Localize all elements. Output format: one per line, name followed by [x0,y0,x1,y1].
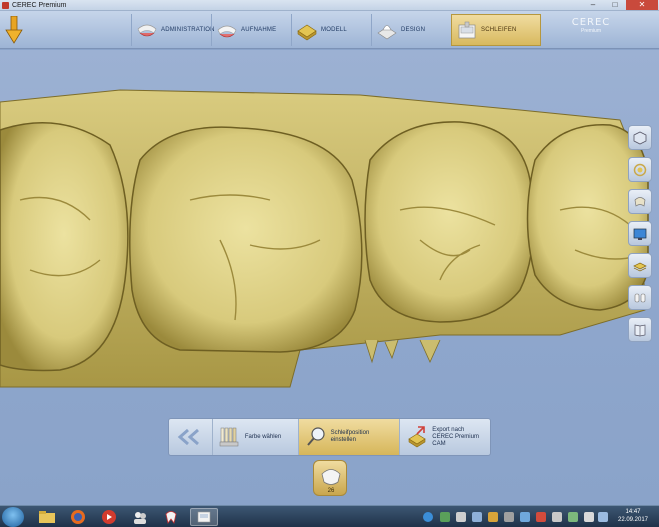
model-viewport[interactable]: Farbe wählen Schleifposition einstellen … [0,50,659,505]
action-label-line: CEREC Premium [432,433,479,440]
step-design[interactable]: DESIGN [371,14,451,46]
volume-icon[interactable] [584,512,594,522]
step-model[interactable]: MODELL [291,14,371,46]
media-player-icon [102,510,116,524]
rotate-icon [633,163,647,176]
start-button[interactable] [2,507,24,527]
people-icon [134,512,146,524]
step-label: AUFNAHME [241,27,277,33]
clock-date: 22.09.2017 [617,517,649,523]
double-chevron-left-icon [178,428,200,446]
export-icon [408,426,426,448]
select-shade-button[interactable]: Farbe wählen [213,419,299,455]
tooth-group-button[interactable] [628,285,652,310]
screen-icon [633,228,647,240]
administration-icon [137,24,157,37]
action-label: Export nach CEREC Premium CAM [432,427,479,448]
tray-icon[interactable] [456,512,466,522]
step-milling[interactable]: SCHLEIFEN [451,14,541,46]
export-cam-button[interactable]: Export nach CEREC Premium CAM [400,419,490,455]
action-bar: Farbe wählen Schleifposition einstellen … [168,418,491,456]
maximize-button[interactable]: □ [604,0,626,10]
rotate-button[interactable] [628,157,652,182]
restoration-tooth-badge[interactable]: 26 [313,460,347,496]
design-icon [377,25,397,40]
app-icon [2,2,9,9]
action-label-line: CAM [432,440,446,447]
view-cube-icon [633,131,647,144]
action-label: Farbe wählen [245,434,281,441]
workflow-toolbar: ADMINISTRATION AUFNAHME MODELL DESIGN SC… [0,11,659,49]
taskbar-dental-app[interactable] [157,508,185,526]
step-label: DESIGN [401,27,426,33]
action-label-line: einstellen [330,437,356,443]
step-label: MODELL [321,27,347,33]
magnifier-icon [306,427,325,446]
brand-edition: Premium [580,28,601,34]
book-button[interactable] [628,317,652,342]
taskbar-app-people[interactable] [126,508,154,526]
screen-button[interactable] [628,221,652,246]
folder-icon [39,511,55,523]
window-title: CEREC Premium [12,2,67,9]
model-icon [297,24,317,41]
crown-icon [321,469,341,485]
action-label-line: Farbe wählen [244,433,282,440]
taskbar-cerec[interactable] [190,508,218,526]
shade-guide-icon [219,427,239,447]
action-back-button[interactable] [169,419,213,455]
step-acquisition[interactable]: AUFNAHME [211,14,291,46]
layers-button[interactable] [628,253,652,278]
tray-icon[interactable] [552,512,562,522]
step-administration[interactable]: ADMINISTRATION [131,14,215,46]
firefox-icon [71,510,85,524]
network-icon[interactable] [568,512,578,522]
action-label-line: Export nach [432,426,465,433]
taskbar-firefox[interactable] [64,508,92,526]
set-milling-position-button[interactable]: Schleifposition einstellen [298,419,401,455]
step-label: ADMINISTRATION [161,27,215,33]
close-button[interactable]: ✕ [626,0,658,10]
tray-icon[interactable] [504,512,514,522]
tooth-group-icon [634,293,646,302]
tray-icon[interactable] [536,512,546,522]
taskbar-explorer[interactable] [33,508,61,526]
side-tool-column [628,125,656,349]
view-cube-button[interactable] [628,125,652,150]
tray-icon[interactable] [520,512,530,522]
brand-name: CEREC [571,17,611,28]
milling-icon [458,21,476,39]
cerec-app-icon [197,511,211,523]
tooth-view-icon [634,196,646,207]
tray-icon[interactable] [440,512,450,522]
back-arrow-icon[interactable] [5,16,23,44]
os-taskbar: 14:47 22.09.2017 [0,505,659,527]
cerec-logo: CEREC Premium [566,17,616,34]
layers-icon [633,262,647,271]
action-label: Schleifposition einstellen [331,430,370,444]
tooth-number: 26 [327,488,335,494]
book-icon [634,324,646,336]
workflow-steps: ADMINISTRATION AUFNAHME MODELL DESIGN SC… [131,14,541,46]
clock-time: 14:47 [625,509,641,515]
tray-icon[interactable] [488,512,498,522]
step-label: SCHLEIFEN [481,27,517,33]
tray-icon[interactable] [472,512,482,522]
minimize-button[interactable]: – [582,0,604,10]
tray-icon[interactable] [598,512,608,522]
taskbar-media[interactable] [95,508,123,526]
acquisition-icon [217,25,237,38]
action-label-line: Schleifposition [330,430,370,436]
help-tray-icon[interactable] [423,512,433,522]
tooth-app-icon [165,511,177,524]
tooth-view-button[interactable] [628,189,652,214]
title-bar: CEREC Premium – □ ✕ [0,0,659,11]
system-clock[interactable]: 14:47 22.09.2017 [613,508,653,524]
